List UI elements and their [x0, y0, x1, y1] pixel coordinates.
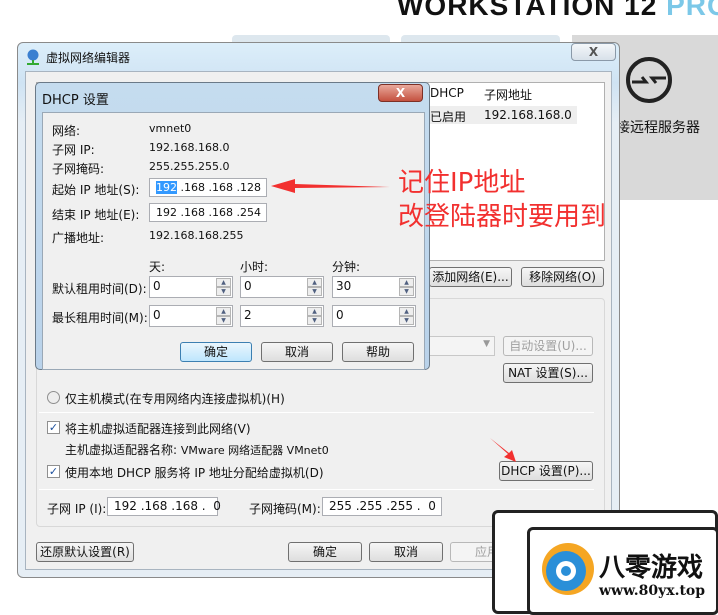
red-arrow-icon	[490, 438, 516, 462]
hours-header: 小时:	[240, 260, 269, 274]
remote-connect-icon	[626, 57, 672, 103]
dialog-title: DHCP 设置	[42, 93, 109, 108]
add-network-button[interactable]: 添加网络(E)...	[429, 267, 512, 287]
window-title: 虚拟网络编辑器	[46, 51, 131, 65]
dhcp-cell: 已启用	[430, 110, 467, 124]
subnet-ip-value: 192.168.168.0	[149, 141, 230, 154]
dialog-cancel-button[interactable]: 取消	[261, 342, 333, 362]
max-lease-label: 最长租用时间(M):	[52, 311, 148, 325]
use-dhcp-label: 使用本地 DHCP 服务将 IP 地址分配给虚拟机(D)	[65, 466, 324, 480]
spin-up-icon[interactable]: ▲	[216, 278, 231, 287]
broadcast-label: 广播地址:	[52, 231, 105, 245]
red-arrow-icon	[271, 179, 390, 193]
nat-settings-button[interactable]: NAT 设置(S)...	[503, 363, 593, 383]
annotation-line-2: 改登陆器时要用到	[398, 202, 607, 232]
cancel-button[interactable]: 取消	[369, 542, 443, 562]
subnet-ip-input[interactable]: 192 .168 .168 . 0	[107, 497, 221, 516]
spin-down-icon[interactable]: ▼	[307, 287, 322, 296]
column-header-dhcp[interactable]: DHCP	[430, 86, 464, 100]
dialog-ok-button[interactable]: 确定	[180, 342, 252, 362]
network-globe-icon	[27, 49, 39, 65]
dhcp-settings-dialog: DHCP 设置 X 网络: vmnet0 子网 IP: 192.168.168.…	[35, 82, 430, 370]
end-ip-input[interactable]: 192 .168 .168 .254	[149, 203, 267, 222]
broadcast-value: 192.168.168.255	[149, 229, 244, 242]
max-lease-days-spinner[interactable]: 0 ▲ ▼	[149, 305, 233, 327]
subnet-mask-input[interactable]: 255 .255 .255 . 0	[322, 497, 442, 516]
start-ip-label: 起始 IP 地址(S):	[52, 183, 140, 197]
default-lease-hours-spinner[interactable]: 0 ▲ ▼	[240, 276, 324, 298]
subnet-mask-value: 255.255.255.0	[149, 160, 230, 173]
max-lease-minutes-spinner[interactable]: 0 ▲ ▼	[332, 305, 416, 327]
dialog-close-button[interactable]: X	[378, 84, 423, 102]
subnet-mask-label: 子网掩码:	[52, 162, 105, 176]
subnet-mask-label: 子网掩码(M):	[249, 502, 321, 516]
start-ip-input[interactable]: 192 .168 .168 .128	[149, 178, 267, 197]
close-button[interactable]: X	[571, 43, 616, 61]
use-dhcp-checkbox[interactable]: ✓	[47, 465, 60, 478]
connect-adapter-label: 将主机虚拟适配器连接到此网络(V)	[65, 422, 251, 436]
subnet-ip-label: 子网 IP:	[52, 143, 95, 157]
end-ip-label: 结束 IP 地址(E):	[52, 208, 140, 222]
table-row[interactable]: 已启用 192.168.168.0	[427, 106, 577, 124]
watermark-url: www.80yx.top	[599, 583, 706, 599]
spin-up-icon[interactable]: ▲	[216, 307, 231, 316]
watermark-name: 八零游戏	[599, 553, 704, 583]
adapter-name-row: 主机虚拟适配器名称: VMware 网络适配器 VMnet0	[65, 443, 329, 457]
column-header-subnet[interactable]: 子网地址	[484, 86, 532, 103]
dialog-body: 网络: vmnet0 子网 IP: 192.168.168.0 子网掩码: 25…	[42, 112, 425, 370]
default-lease-days-spinner[interactable]: 0 ▲ ▼	[149, 276, 233, 298]
brand-title: WORKSTATION 12 PRO	[397, 0, 718, 21]
spin-up-icon[interactable]: ▲	[307, 307, 322, 316]
network-label: 网络:	[52, 124, 81, 138]
restore-defaults-button[interactable]: 还原默认设置(R)	[36, 542, 134, 562]
remove-network-button[interactable]: 移除网络(O)	[521, 267, 604, 287]
annotation-line-1: 记住IP地址	[398, 168, 526, 198]
days-header: 天:	[149, 260, 166, 274]
spin-down-icon[interactable]: ▼	[216, 287, 231, 296]
host-only-radio[interactable]	[47, 391, 60, 404]
ok-button[interactable]: 确定	[288, 542, 362, 562]
host-only-label: 仅主机模式(在专用网络内连接虚拟机)(H)	[65, 392, 285, 406]
spin-up-icon[interactable]: ▲	[399, 278, 414, 287]
divider	[39, 489, 594, 490]
logo-swirl-icon	[542, 543, 594, 595]
default-lease-minutes-spinner[interactable]: 30 ▲ ▼	[332, 276, 416, 298]
subnet-cell: 192.168.168.0	[484, 108, 572, 122]
default-lease-label: 默认租用时间(D):	[52, 282, 147, 296]
spin-down-icon[interactable]: ▼	[399, 316, 414, 325]
dialog-help-button[interactable]: 帮助	[342, 342, 414, 362]
spin-down-icon[interactable]: ▼	[216, 316, 231, 325]
watermark-logo: 八零游戏 www.80yx.top	[492, 510, 718, 615]
minutes-header: 分钟:	[332, 260, 361, 274]
auto-settings-button[interactable]: 自动设置(U)...	[503, 336, 593, 356]
max-lease-hours-spinner[interactable]: 2 ▲ ▼	[240, 305, 324, 327]
spin-up-icon[interactable]: ▲	[307, 278, 322, 287]
spin-up-icon[interactable]: ▲	[399, 307, 414, 316]
subnet-ip-label: 子网 IP (I):	[47, 502, 107, 516]
connect-adapter-checkbox[interactable]: ✓	[47, 421, 60, 434]
spin-down-icon[interactable]: ▼	[307, 316, 322, 325]
spin-down-icon[interactable]: ▼	[399, 287, 414, 296]
divider	[39, 412, 594, 413]
chevron-down-icon: ▼	[483, 339, 490, 349]
network-value: vmnet0	[149, 122, 192, 135]
